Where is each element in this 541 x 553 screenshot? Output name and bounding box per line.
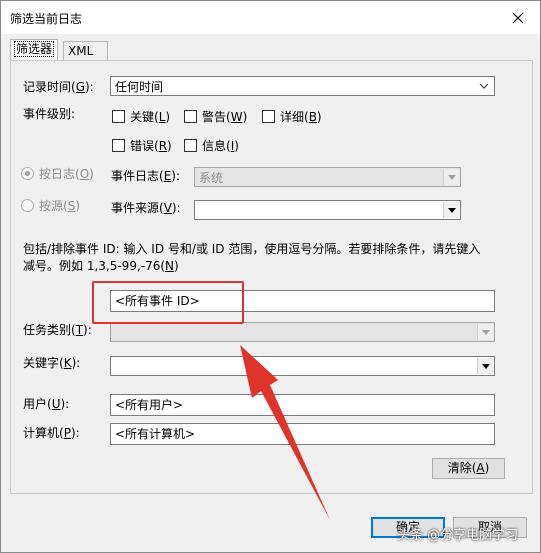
annotation-arrow-icon bbox=[240, 345, 330, 520]
watermark-text: 头条 @分享电脑学习 bbox=[397, 528, 519, 543]
